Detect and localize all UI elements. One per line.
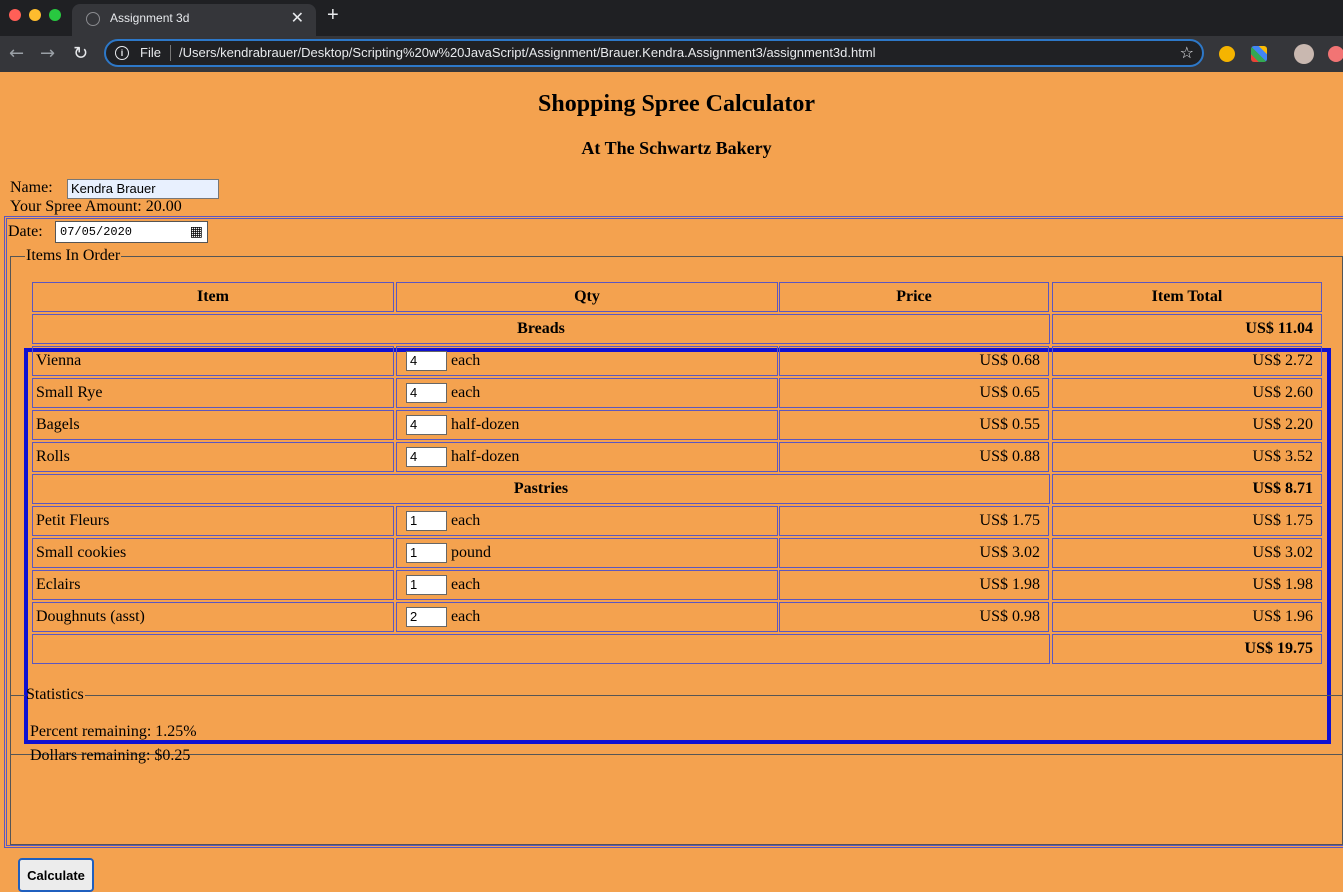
group-total: US$ 11.04 xyxy=(1052,314,1322,344)
qty-cell: 4 half-dozen xyxy=(396,410,778,440)
update-icon[interactable] xyxy=(1328,46,1343,62)
item-name: Bagels xyxy=(32,410,394,440)
window-close-button[interactable] xyxy=(9,9,21,21)
quantity-input[interactable]: 1 xyxy=(406,575,447,596)
tab-title: Assignment 3d xyxy=(110,11,190,25)
column-header: Item xyxy=(32,282,394,312)
statistics-legend: Statistics xyxy=(26,686,84,703)
name-label: Name: xyxy=(10,179,53,196)
item-name: Small Rye xyxy=(32,378,394,408)
item-name: Doughnuts (asst) xyxy=(32,602,394,632)
quantity-input[interactable]: 4 xyxy=(406,383,447,404)
qty-cell: 4 each xyxy=(396,378,778,408)
qty-cell: 1 each xyxy=(396,570,778,600)
spree-amount: Your Spree Amount: 20.00 xyxy=(10,198,182,215)
date-value: 07/05/2020 xyxy=(60,225,133,239)
quantity-input[interactable]: 2 xyxy=(406,607,447,628)
extension-icon[interactable] xyxy=(1219,46,1235,62)
column-header: Price xyxy=(779,282,1049,312)
item-total: US$ 2.60 xyxy=(1052,378,1322,408)
page-content: Shopping Spree Calculator At The Schwart… xyxy=(0,72,1343,892)
column-header: Qty xyxy=(396,282,778,312)
item-total: US$ 1.98 xyxy=(1052,570,1322,600)
avatar[interactable] xyxy=(1294,44,1314,64)
item-price: US$ 0.98 xyxy=(779,602,1049,632)
item-price: US$ 0.65 xyxy=(779,378,1049,408)
qty-cell: 2 each xyxy=(396,602,778,632)
globe-icon xyxy=(86,12,100,26)
back-icon[interactable]: ← xyxy=(9,43,24,64)
group-name: Breads xyxy=(32,314,1050,344)
unit-label: each xyxy=(451,384,481,401)
browser-toolbar: ← → ↻ i File /Users/kendrabrauer/Desktop… xyxy=(0,36,1343,72)
unit-label: each xyxy=(451,608,481,625)
forward-icon[interactable]: → xyxy=(40,43,55,64)
unit-label: half-dozen xyxy=(451,416,520,433)
quantity-input[interactable]: 4 xyxy=(406,351,447,372)
item-price: US$ 0.68 xyxy=(779,346,1049,376)
item-total: US$ 2.72 xyxy=(1052,346,1322,376)
quantity-input[interactable]: 4 xyxy=(406,415,447,436)
item-total: US$ 1.96 xyxy=(1052,602,1322,632)
scheme-label: File xyxy=(140,45,161,60)
new-tab-icon[interactable]: + xyxy=(327,4,339,27)
reload-icon[interactable]: ↻ xyxy=(73,43,88,64)
tab-close-icon[interactable]: ✕ xyxy=(291,8,304,28)
page-title: Shopping Spree Calculator xyxy=(538,91,815,117)
quantity-input[interactable]: 1 xyxy=(406,543,447,564)
unit-label: each xyxy=(451,352,481,369)
item-name: Petit Fleurs xyxy=(32,506,394,536)
browser-tab[interactable]: Assignment 3d ✕ xyxy=(72,4,316,36)
item-price: US$ 0.88 xyxy=(779,442,1049,472)
info-icon[interactable]: i xyxy=(115,46,129,60)
group-name: Pastries xyxy=(32,474,1050,504)
percent-remaining: Percent remaining: 1.25% xyxy=(30,723,197,740)
qty-cell: 1 pound xyxy=(396,538,778,568)
group-total: US$ 8.71 xyxy=(1052,474,1322,504)
qty-cell: 1 each xyxy=(396,506,778,536)
statistics-fieldset: Statistics xyxy=(10,686,1343,845)
unit-label: each xyxy=(451,512,481,529)
unit-label: half-dozen xyxy=(451,448,520,465)
item-price: US$ 1.75 xyxy=(779,506,1049,536)
quantity-input[interactable]: 1 xyxy=(406,511,447,532)
dollars-remaining: Dollars remaining: $0.25 xyxy=(30,747,191,764)
calculate-button[interactable]: Calculate xyxy=(18,858,94,892)
item-name: Vienna xyxy=(32,346,394,376)
window-maximize-button[interactable] xyxy=(49,9,61,21)
quantity-input[interactable]: 4 xyxy=(406,447,447,468)
item-price: US$ 3.02 xyxy=(779,538,1049,568)
item-total: US$ 3.52 xyxy=(1052,442,1322,472)
date-input[interactable]: 07/05/2020 ▦ xyxy=(55,221,208,243)
qty-cell: 4 half-dozen xyxy=(396,442,778,472)
name-input[interactable]: Kendra Brauer xyxy=(67,179,219,199)
item-total: US$ 3.02 xyxy=(1052,538,1322,568)
item-name: Small cookies xyxy=(32,538,394,568)
grand-total-spacer xyxy=(32,634,1050,664)
item-price: US$ 1.98 xyxy=(779,570,1049,600)
items-legend: Items In Order xyxy=(26,247,121,264)
calendar-icon[interactable]: ▦ xyxy=(190,224,203,240)
url-text[interactable]: /Users/kendrabrauer/Desktop/Scripting%20… xyxy=(179,45,876,60)
item-total: US$ 1.75 xyxy=(1052,506,1322,536)
column-header: Item Total xyxy=(1052,282,1322,312)
unit-label: pound xyxy=(451,544,491,561)
window-minimize-button[interactable] xyxy=(29,9,41,21)
item-name: Rolls xyxy=(32,442,394,472)
item-total: US$ 2.20 xyxy=(1052,410,1322,440)
address-separator xyxy=(170,45,171,61)
grand-total: US$ 19.75 xyxy=(1052,634,1322,664)
date-label: Date: xyxy=(8,223,43,240)
tab-bar: Assignment 3d ✕ + xyxy=(0,0,1343,36)
qty-cell: 4 each xyxy=(396,346,778,376)
item-price: US$ 0.55 xyxy=(779,410,1049,440)
page-subtitle: At The Schwartz Bakery xyxy=(581,138,772,158)
unit-label: each xyxy=(451,576,481,593)
bookmark-star-icon[interactable]: ☆ xyxy=(1180,43,1194,62)
item-name: Eclairs xyxy=(32,570,394,600)
extension-icon[interactable] xyxy=(1251,46,1267,62)
address-bar[interactable]: i File /Users/kendrabrauer/Desktop/Scrip… xyxy=(104,39,1204,67)
